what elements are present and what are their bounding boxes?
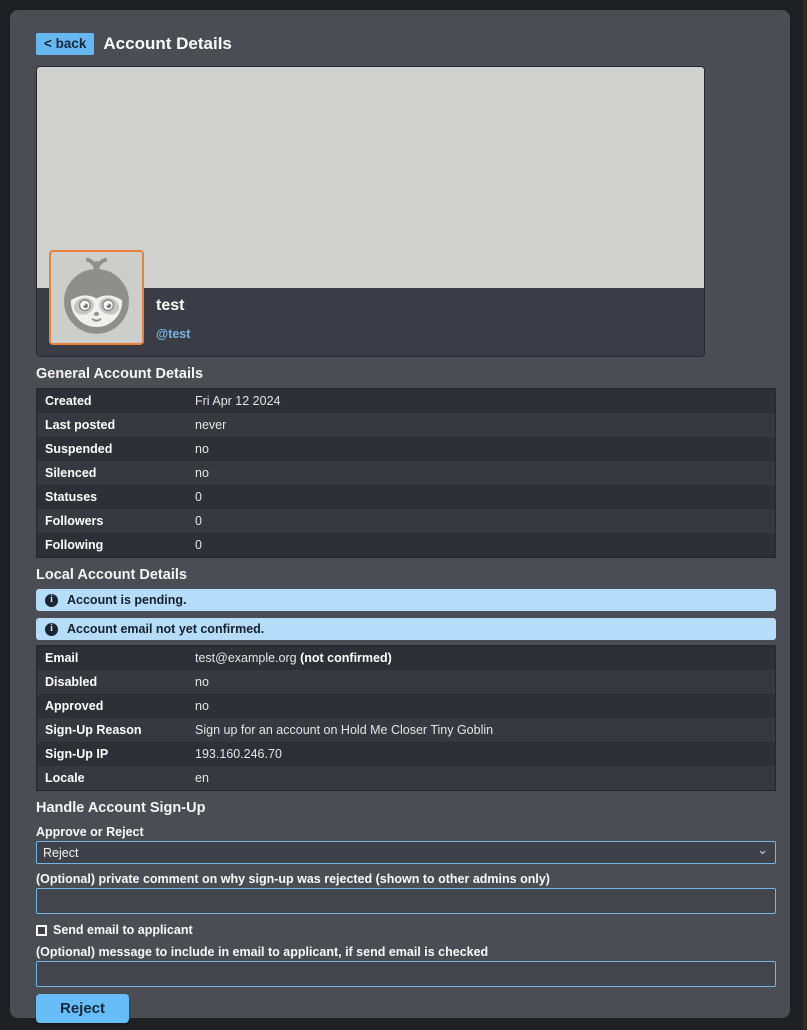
row-value: 193.160.246.70 xyxy=(187,742,290,766)
email-message-label: (Optional) message to include in email t… xyxy=(36,945,777,959)
row-value: 0 xyxy=(187,485,210,509)
profile-card: test @test xyxy=(36,66,705,357)
general-details-table: Created Fri Apr 12 2024 Last posted neve… xyxy=(36,388,776,558)
reject-submit-button[interactable]: Reject xyxy=(36,994,129,1023)
table-row: Approved no xyxy=(37,694,775,718)
row-label: Followers xyxy=(37,509,187,533)
info-icon: i xyxy=(45,594,58,607)
table-row: Sign-Up IP 193.160.246.70 xyxy=(37,742,775,766)
info-icon: i xyxy=(45,623,58,636)
row-value: 0 xyxy=(187,509,210,533)
email-not-confirmed-flag: (not confirmed) xyxy=(300,651,392,665)
display-name: test xyxy=(156,297,190,315)
signup-section-heading: Handle Account Sign-Up xyxy=(36,800,777,817)
table-row: Following 0 xyxy=(37,533,775,557)
account-details-panel: < back Account Details xyxy=(10,10,790,1018)
back-button[interactable]: < back xyxy=(36,33,94,55)
local-details-table: Email test@example.org (not confirmed) D… xyxy=(36,645,776,791)
row-label: Silenced xyxy=(37,461,187,485)
row-value: en xyxy=(187,766,217,790)
general-section-heading: General Account Details xyxy=(36,366,777,383)
table-row: Created Fri Apr 12 2024 xyxy=(37,389,775,413)
table-row: Disabled no xyxy=(37,670,775,694)
private-comment-input[interactable] xyxy=(36,888,776,914)
page-title: Account Details xyxy=(103,34,231,54)
row-value: no xyxy=(187,461,217,485)
row-label: Sign-Up IP xyxy=(37,742,187,766)
row-label: Approved xyxy=(37,694,187,718)
row-value: test@example.org (not confirmed) xyxy=(187,646,400,670)
send-email-label: Send email to applicant xyxy=(53,923,193,937)
send-email-checkbox[interactable] xyxy=(36,925,47,936)
table-row: Last posted never xyxy=(37,413,775,437)
row-label: Statuses xyxy=(37,485,187,509)
row-label: Suspended xyxy=(37,437,187,461)
row-label: Created xyxy=(37,389,187,413)
row-value: Fri Apr 12 2024 xyxy=(187,389,288,413)
row-label: Locale xyxy=(37,766,187,790)
row-label: Email xyxy=(37,646,187,670)
row-value: no xyxy=(187,694,217,718)
window-edge xyxy=(803,0,807,1030)
approve-reject-label: Approve or Reject xyxy=(36,825,777,839)
row-label: Sign-Up Reason xyxy=(37,718,187,742)
table-row: Suspended no xyxy=(37,437,775,461)
avatar xyxy=(49,250,144,345)
table-row: Statuses 0 xyxy=(37,485,775,509)
row-value: no xyxy=(187,670,217,694)
notice-text: Account email not yet confirmed. xyxy=(67,622,264,636)
row-label: Following xyxy=(37,533,187,557)
page-header: < back Account Details xyxy=(36,33,777,54)
username-link[interactable]: @test xyxy=(156,327,190,341)
notice-email-unconfirmed: i Account email not yet confirmed. xyxy=(36,618,776,640)
approve-reject-select-wrap: Reject ⌄ xyxy=(36,841,776,864)
table-row: Sign-Up Reason Sign up for an account on… xyxy=(37,718,775,742)
row-value: 0 xyxy=(187,533,210,557)
email-message-input[interactable] xyxy=(36,961,776,987)
table-row: Silenced no xyxy=(37,461,775,485)
notice-pending: i Account is pending. xyxy=(36,589,776,611)
local-section-heading: Local Account Details xyxy=(36,567,777,584)
table-row: Email test@example.org (not confirmed) xyxy=(37,646,775,670)
row-value: no xyxy=(187,437,217,461)
row-label: Disabled xyxy=(37,670,187,694)
table-row: Followers 0 xyxy=(37,509,775,533)
sloth-avatar-icon xyxy=(51,252,142,343)
table-row: Locale en xyxy=(37,766,775,790)
row-label: Last posted xyxy=(37,413,187,437)
profile-names: test @test xyxy=(156,297,190,341)
row-value: never xyxy=(187,413,234,437)
email-value: test@example.org xyxy=(195,651,300,665)
row-value: Sign up for an account on Hold Me Closer… xyxy=(187,718,501,742)
notice-text: Account is pending. xyxy=(67,593,186,607)
private-comment-label: (Optional) private comment on why sign-u… xyxy=(36,872,777,886)
approve-reject-select[interactable]: Reject xyxy=(36,841,776,864)
send-email-row: Send email to applicant xyxy=(36,923,777,937)
